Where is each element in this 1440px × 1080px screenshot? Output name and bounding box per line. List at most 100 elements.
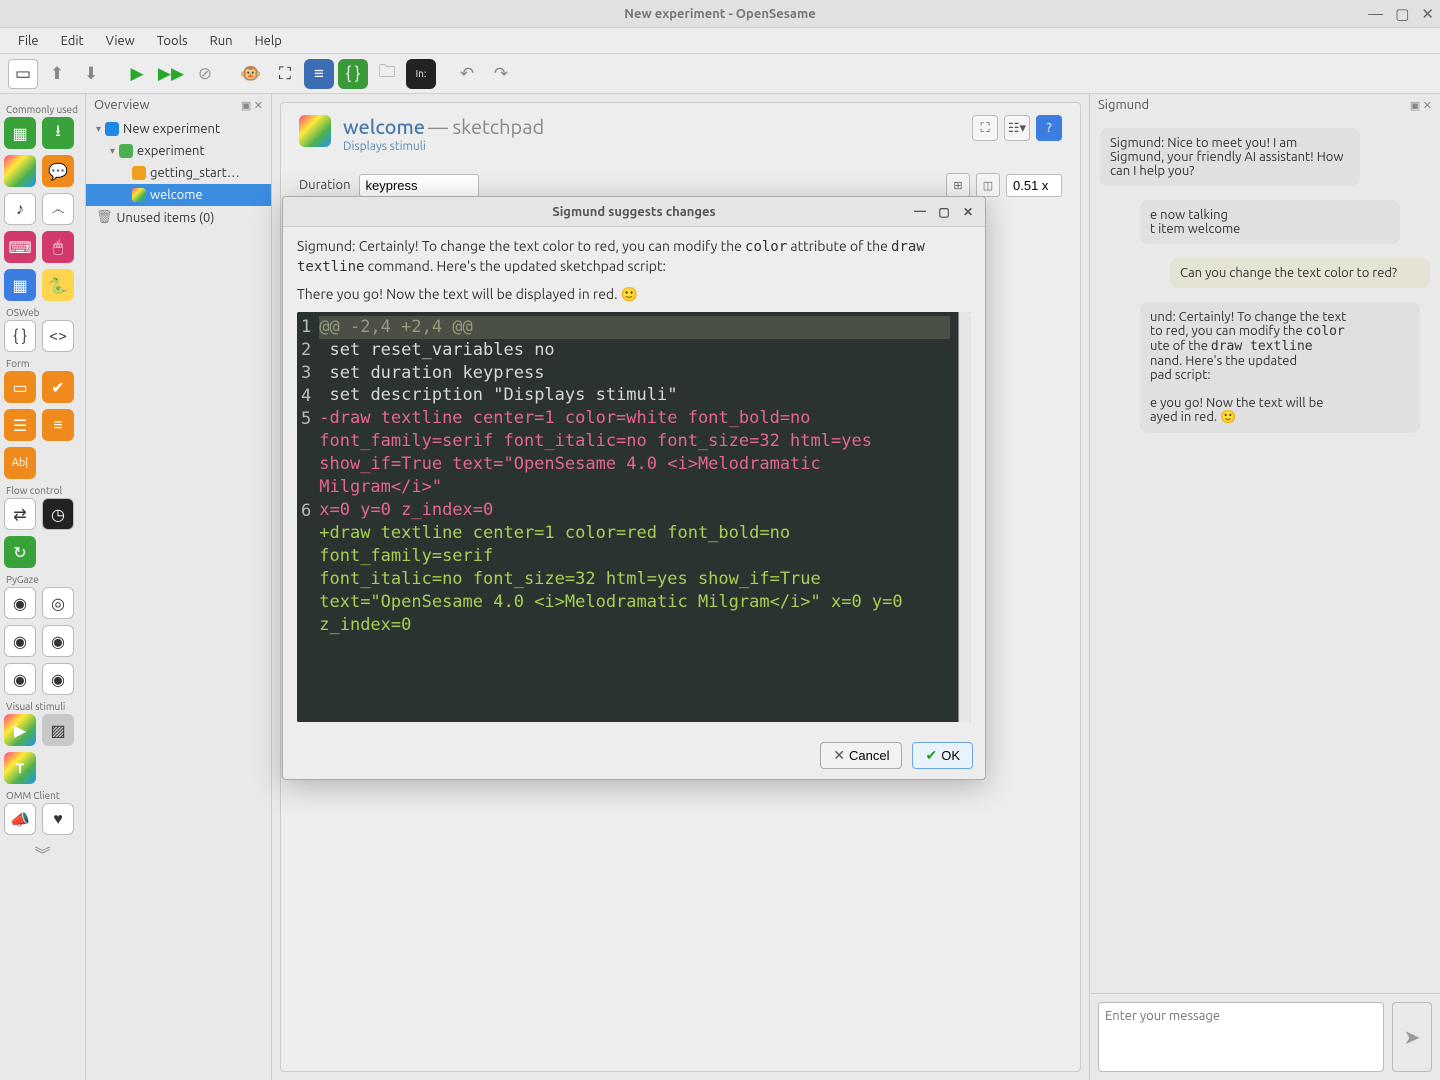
- palette-expand-icon[interactable]: ︾: [4, 841, 81, 865]
- palette-group-pygaze: PyGaze: [6, 574, 81, 585]
- mouse-icon[interactable]: 🖱: [42, 231, 74, 263]
- chat-input[interactable]: [1098, 1002, 1384, 1072]
- keyboard-icon[interactable]: ⌨: [4, 231, 36, 263]
- zoom-input[interactable]: [1006, 174, 1062, 197]
- delay-icon[interactable]: ◷: [42, 498, 74, 530]
- chat-log: Sigmund: Nice to meet you! I am Sigmund,…: [1090, 116, 1440, 993]
- gaze-wait-icon[interactable]: ◉: [42, 663, 74, 695]
- loop-icon[interactable]: ⭳: [42, 117, 74, 149]
- dialog-maximize-icon[interactable]: ▢: [933, 201, 955, 223]
- code-tool-icon[interactable]: { }: [338, 59, 368, 89]
- duration-input[interactable]: [359, 174, 479, 197]
- ok-button[interactable]: ✔OK: [912, 742, 973, 769]
- check-icon: ✔: [925, 747, 937, 764]
- palette-group-form: Form: [6, 358, 81, 369]
- overview-tree: ▾New experiment ▾experiment getting_star…: [86, 116, 271, 231]
- duration-label: Duration: [299, 178, 351, 192]
- form-base-icon[interactable]: ▭: [4, 371, 36, 403]
- new-button[interactable]: ▭: [8, 59, 38, 89]
- open-button[interactable]: ⬆: [42, 59, 72, 89]
- dialog-minimize-icon[interactable]: —: [909, 201, 931, 223]
- diff-scrollbar[interactable]: [958, 312, 971, 722]
- window-close-icon[interactable]: ✕: [1421, 6, 1434, 21]
- coroutines-icon[interactable]: ⇄: [4, 498, 36, 530]
- tree-getting-started[interactable]: getting_start…: [86, 162, 271, 184]
- folder-icon[interactable]: 🗀: [372, 59, 402, 89]
- gaze-drift-icon[interactable]: ◎: [42, 587, 74, 619]
- repeat-icon[interactable]: ↻: [4, 536, 36, 568]
- synth-icon[interactable]: ෴: [42, 193, 74, 225]
- run-button[interactable]: ▶: [122, 59, 152, 89]
- omm-announce-icon[interactable]: 📣: [4, 803, 36, 835]
- visual-text-icon[interactable]: T: [4, 752, 36, 784]
- js-icon[interactable]: { }: [4, 320, 36, 352]
- menu-view[interactable]: View: [96, 31, 145, 51]
- undo-button[interactable]: ↶: [452, 59, 482, 89]
- grid-snap-icon[interactable]: ⊞: [946, 173, 970, 197]
- form-input-icon[interactable]: Ab|: [4, 447, 36, 479]
- cancel-button[interactable]: ✕Cancel: [820, 742, 902, 769]
- gaze-start-icon[interactable]: ◉: [42, 625, 74, 657]
- palette-group-omm: OMM Client: [6, 790, 81, 801]
- sketchpad-icon[interactable]: [4, 155, 36, 187]
- window-maximize-icon[interactable]: ▢: [1395, 6, 1409, 21]
- visual-noise-icon[interactable]: ▨: [42, 714, 74, 746]
- save-button[interactable]: ⬇: [76, 59, 106, 89]
- gaze-init-icon[interactable]: ◉: [4, 587, 36, 619]
- menu-file[interactable]: File: [8, 31, 49, 51]
- palette-group-flow: Flow control: [6, 485, 81, 496]
- chat-msg-assistant: Sigmund: Nice to meet you! I am Sigmund,…: [1100, 128, 1360, 186]
- gaze-log-icon[interactable]: ◉: [4, 625, 36, 657]
- palette-group-visual: Visual stimuli: [6, 701, 81, 712]
- overview-panel: Overview ▣ ✕ ▾New experiment ▾experiment…: [86, 94, 272, 1080]
- html-icon[interactable]: <>: [42, 320, 74, 352]
- feedback-icon[interactable]: 💬: [42, 155, 74, 187]
- omm-heart-icon[interactable]: ♥: [42, 803, 74, 835]
- sequence-icon[interactable]: ▦: [4, 117, 36, 149]
- tree-unused[interactable]: 🗑Unused items (0): [86, 206, 271, 229]
- tree-root[interactable]: ▾New experiment: [86, 118, 271, 140]
- help-icon[interactable]: ?: [1036, 115, 1062, 141]
- logger-icon[interactable]: ▦: [4, 269, 36, 301]
- menu-edit[interactable]: Edit: [51, 31, 94, 51]
- window-title: New experiment - OpenSesame: [624, 7, 815, 21]
- item-description[interactable]: Displays stimuli: [343, 140, 960, 153]
- stop-button[interactable]: ⊘: [190, 59, 220, 89]
- overview-panel-buttons[interactable]: ▣ ✕: [241, 99, 263, 112]
- palette-group-common: Commonly used: [6, 104, 81, 115]
- suggest-changes-dialog: Sigmund suggests changes — ▢ ✕ Sigmund: …: [282, 196, 986, 780]
- menubar: File Edit View Tools Run Help: [0, 28, 1440, 54]
- tree-welcome[interactable]: welcome: [86, 184, 271, 206]
- gaze-stop-icon[interactable]: ◉: [4, 663, 36, 695]
- dialog-title: Sigmund suggests changes: [552, 205, 715, 219]
- tree-experiment[interactable]: ▾experiment: [86, 140, 271, 162]
- list-tool-icon[interactable]: ≡: [304, 59, 334, 89]
- python-icon[interactable]: 🐍: [42, 269, 74, 301]
- menu-run[interactable]: Run: [200, 31, 243, 51]
- monkey-icon[interactable]: 🐵: [236, 59, 266, 89]
- fullscreen-icon[interactable]: ⛶: [270, 59, 300, 89]
- fullscreen-editor-icon[interactable]: ⛶: [972, 115, 998, 141]
- diff-view[interactable]: 12345 6 @@ -2,4 +2,4 @@ set reset_variab…: [297, 312, 971, 722]
- form-text-icon[interactable]: ≡: [42, 409, 74, 441]
- item-name[interactable]: welcome: [343, 115, 425, 138]
- grid-size-icon[interactable]: ◫: [976, 173, 1000, 197]
- terminal-icon[interactable]: In:: [406, 59, 436, 89]
- chat-msg-user: Can you change the text color to red?: [1170, 258, 1430, 288]
- sigmund-panel-buttons[interactable]: ▣ ✕: [1410, 99, 1432, 112]
- redo-button[interactable]: ↷: [486, 59, 516, 89]
- dialog-close-icon[interactable]: ✕: [957, 201, 979, 223]
- window-minimize-icon[interactable]: —: [1368, 6, 1383, 21]
- form-mc-icon[interactable]: ☰: [4, 409, 36, 441]
- send-button[interactable]: ➤: [1392, 1002, 1432, 1072]
- form-consent-icon[interactable]: ✔: [42, 371, 74, 403]
- split-view-icon[interactable]: ☷▾: [1004, 115, 1030, 141]
- item-type-icon: [299, 115, 331, 147]
- main-toolbar: ▭ ⬆ ⬇ ▶ ▶▶ ⊘ 🐵 ⛶ ≡ { } 🗀 In: ↶ ↷: [0, 54, 1440, 94]
- menu-help[interactable]: Help: [245, 31, 292, 51]
- run-fast-button[interactable]: ▶▶: [156, 59, 186, 89]
- sound-icon[interactable]: ♪: [4, 193, 36, 225]
- sigmund-title: Sigmund: [1098, 98, 1149, 112]
- menu-tools[interactable]: Tools: [147, 31, 198, 51]
- visual-grad-icon[interactable]: ▶: [4, 714, 36, 746]
